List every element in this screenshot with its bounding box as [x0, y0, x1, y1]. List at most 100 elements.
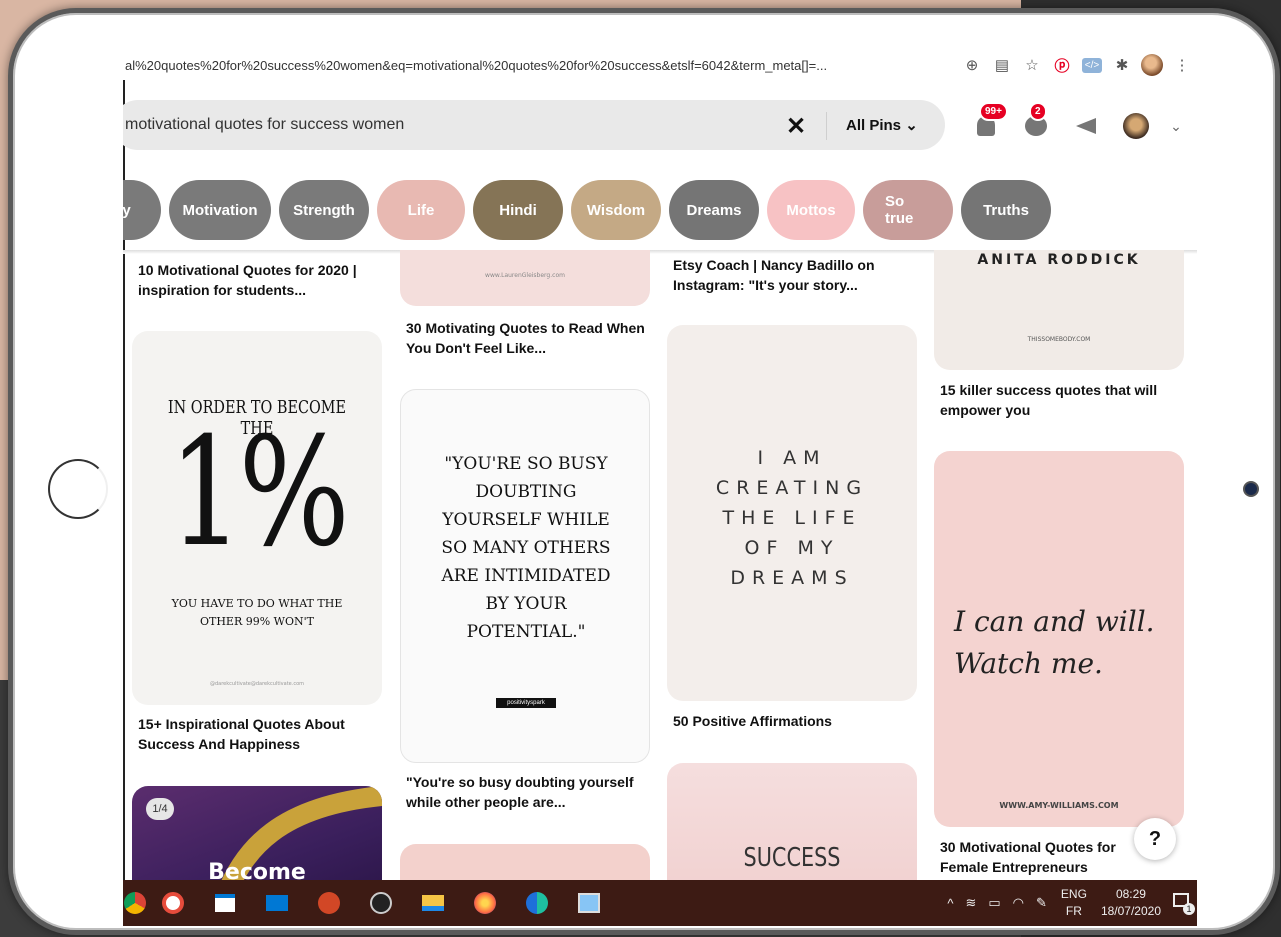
lang-bottom: FR	[1065, 904, 1082, 918]
pin-title[interactable]: 30 Motivational Quotes for Female Entrep…	[940, 837, 1140, 877]
translate-icon[interactable]: ▤	[987, 53, 1017, 77]
pill-label: Dreams	[686, 201, 742, 219]
pill-label: Life	[407, 201, 435, 219]
pill-wisdom[interactable]: Wisdom	[571, 180, 661, 240]
pin-author: ANITA RODDICK	[977, 252, 1141, 268]
chrome-toolbar-icons: ⊕ ▤ ☆ ⓟ </> ✱ ⋮	[957, 53, 1197, 77]
pill-label: Truths	[983, 201, 1029, 219]
lang-top: ENG	[1060, 887, 1087, 901]
file-explorer-taskbar-icon[interactable]	[407, 880, 459, 926]
pill-label: Motivation	[182, 201, 258, 219]
clock-time: 08:29	[1115, 887, 1146, 901]
pin-title[interactable]: 30 Motivating Quotes to Read When You Do…	[406, 318, 646, 358]
pill-life[interactable]: Life	[377, 180, 465, 240]
chevron-up-icon[interactable]: ^	[947, 896, 953, 911]
profile-button[interactable]	[1111, 108, 1161, 144]
folder-icon	[422, 895, 444, 911]
extensions-puzzle-icon[interactable]: ✱	[1107, 53, 1137, 77]
firefox-icon	[474, 892, 496, 914]
obs-taskbar-icon[interactable]	[355, 880, 407, 926]
powerpoint-taskbar-icon[interactable]	[303, 880, 355, 926]
pin-card-1-percent[interactable]: IN ORDER TO BECOME THE 1% YOU HAVE TO DO…	[132, 331, 382, 705]
pin-card-can-and-will[interactable]: I can and will. Watch me. WWW.AMY-WILLIA…	[934, 451, 1184, 827]
notifications-button[interactable]: 99+	[961, 102, 1011, 144]
pin-quote: "YOU'RE SO BUSY DOUBTING YOURSELF WHILE …	[441, 454, 611, 642]
pin-title[interactable]: 15 killer success quotes that will empow…	[940, 380, 1180, 420]
related-search-pills: py Motivation Strength Life Hindi Wisdom…	[123, 180, 1051, 240]
updates-button[interactable]	[1061, 108, 1111, 144]
messages-badge: 2	[1029, 102, 1047, 121]
address-bar[interactable]: al%20quotes%20for%20success%20women&eq=m…	[123, 50, 1197, 80]
chevron-down-icon: ⌄	[905, 117, 918, 134]
pin-title[interactable]: Etsy Coach | Nancy Badillo on Instagram:…	[673, 255, 918, 295]
pill-py[interactable]: py	[123, 180, 161, 240]
pill-hindi[interactable]: Hindi	[473, 180, 563, 240]
pin-card-busy-doubting[interactable]: "YOU'RE SO BUSY DOUBTING YOURSELF WHILE …	[400, 389, 650, 763]
clear-search-icon[interactable]: ✕	[783, 112, 809, 141]
photos-taskbar-icon[interactable]	[563, 880, 615, 926]
pin-card-anita-roddick[interactable]: ANITA RODDICK THISSOMEBODY.COM	[934, 250, 1184, 370]
pill-so-true[interactable]: So true	[863, 180, 953, 240]
bookmark-star-icon[interactable]: ☆	[1017, 53, 1047, 77]
pin-quote-big: 1%	[168, 406, 350, 580]
pin-card-lauren[interactable]: www.LaurenGleisberg.com	[400, 250, 650, 306]
app-taskbar-icon[interactable]	[147, 880, 199, 926]
pill-motivation[interactable]: Motivation	[169, 180, 271, 240]
menu-kebab-icon[interactable]: ⋮	[1167, 53, 1197, 77]
pill-mottos[interactable]: Mottos	[767, 180, 855, 240]
search-input[interactable]	[125, 116, 765, 134]
pill-strength[interactable]: Strength	[279, 180, 369, 240]
pin-quote: I can and will. Watch me.	[954, 605, 1155, 680]
store-bag-icon	[215, 894, 235, 912]
pin-title[interactable]: "You're so busy doubting yourself while …	[406, 772, 651, 812]
camera-lens	[1245, 483, 1257, 495]
install-icon[interactable]: ⊕	[957, 53, 987, 77]
pill-label: Mottos	[786, 201, 836, 219]
help-button[interactable]: ?	[1134, 818, 1176, 860]
firefox-taskbar-icon[interactable]	[459, 880, 511, 926]
mail-taskbar-icon[interactable]	[251, 880, 303, 926]
pin-card-dreams[interactable]: I AM CREATING THE LIFE OF MY DREAMS	[667, 325, 917, 701]
action-center-button[interactable]: 1	[1173, 893, 1195, 915]
battery-icon[interactable]: ▭	[988, 895, 1000, 911]
pin-title[interactable]: 10 Motivational Quotes for 2020 | inspir…	[138, 260, 383, 300]
search-bar: ✕ All Pins ⌄	[123, 100, 945, 150]
pin-site: THISSOMEBODY.COM	[1027, 336, 1091, 343]
search-divider	[826, 112, 827, 140]
photos-icon	[578, 893, 600, 913]
pinterest-extension-icon[interactable]: ⓟ	[1047, 53, 1077, 77]
dropbox-icon[interactable]: ≋	[965, 895, 976, 911]
edge-icon	[526, 892, 548, 914]
pill-dreams[interactable]: Dreams	[669, 180, 759, 240]
pill-truths[interactable]: Truths	[961, 180, 1051, 240]
url-text[interactable]: al%20quotes%20for%20success%20women&eq=m…	[123, 58, 923, 73]
chrome-icon	[124, 892, 146, 914]
pill-label: Hindi	[499, 201, 537, 219]
pill-label: Wisdom	[586, 201, 646, 219]
edge-taskbar-icon[interactable]	[511, 880, 563, 926]
carousel-counter: 1/4	[146, 798, 174, 820]
pin-quote-success: SUCCESS	[743, 843, 841, 873]
code-extension-icon[interactable]: </>	[1077, 53, 1107, 77]
account-menu-button[interactable]: ⌄	[1161, 108, 1191, 144]
avatar	[1123, 113, 1149, 139]
store-taskbar-icon[interactable]	[199, 880, 251, 926]
pinterest-header: ✕ All Pins ⌄ 99+ 2 ⌄	[123, 100, 1197, 154]
profile-avatar-icon[interactable]	[1137, 53, 1167, 77]
pin-title[interactable]: 50 Positive Affirmations	[673, 711, 918, 731]
pen-icon[interactable]: ✎	[1036, 895, 1047, 911]
mail-icon	[266, 895, 288, 911]
messages-button[interactable]: 2	[1011, 102, 1061, 144]
language-indicator[interactable]: ENG FR	[1061, 886, 1087, 920]
notification-count: 1	[1183, 903, 1195, 915]
pin-title[interactable]: 15+ Inspirational Quotes About Success A…	[138, 714, 383, 754]
pin-site: www.LaurenGleisberg.com	[485, 272, 565, 279]
all-pins-dropdown[interactable]: All Pins ⌄	[846, 116, 918, 134]
clock[interactable]: 08:29 18/07/2020	[1101, 886, 1161, 920]
chrome-taskbar-icon[interactable]	[123, 880, 147, 926]
wifi-icon[interactable]: ◠	[1013, 895, 1024, 911]
pin-quote: I AM CREATING THE LIFE OF MY DREAMS	[715, 447, 869, 589]
all-pins-label: All Pins	[846, 117, 902, 134]
header-icons: 99+ 2 ⌄	[961, 102, 1191, 144]
home-button[interactable]	[48, 459, 108, 519]
